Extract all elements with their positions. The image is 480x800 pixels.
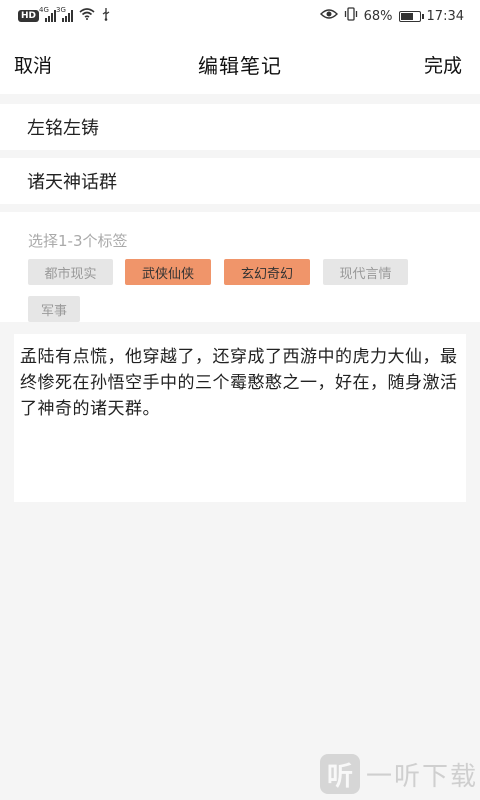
author-field[interactable]: 左铭左铸	[0, 104, 480, 150]
page-title: 编辑笔记	[198, 54, 282, 78]
clock: 17:34	[426, 8, 464, 24]
tag-chip[interactable]: 都市现实	[28, 259, 113, 285]
group-field[interactable]: 诸天神话群	[0, 158, 480, 204]
hd-badge: HD	[18, 10, 40, 22]
tags-panel: 选择1-3个标签 都市现实 武侠仙侠 玄幻奇幻 现代言情 军事	[0, 212, 480, 322]
watermark-logo-icon: 听	[320, 754, 360, 794]
nav-bar: 取消 编辑笔记 完成	[0, 32, 480, 94]
status-right: 68% 17:34	[319, 7, 464, 25]
vibrate-icon	[344, 7, 358, 25]
watermark: 听 一听下载	[320, 754, 478, 794]
wifi-icon	[79, 8, 95, 24]
note-content-textarea[interactable]: 孟陆有点慌，他穿越了，还穿成了西游中的虎力大仙，最终惨死在孙悟空手中的三个霉憨憨…	[14, 334, 466, 502]
tags-hint: 选择1-3个标签	[28, 232, 128, 250]
status-bar: HD 4G 3G 68% 17:34	[0, 0, 480, 32]
tag-chip[interactable]: 军事	[28, 296, 80, 322]
battery-icon	[398, 10, 424, 22]
tag-chip[interactable]: 现代言情	[323, 259, 408, 285]
tag-chip[interactable]: 武侠仙侠	[125, 259, 211, 285]
watermark-text: 一听下载	[366, 761, 479, 792]
signal-3g-icon: 3G	[56, 6, 74, 22]
battery-percent: 68%	[363, 8, 393, 24]
eye-icon	[319, 8, 338, 24]
done-button[interactable]: 完成	[424, 51, 462, 78]
tag-chip[interactable]: 玄幻奇幻	[224, 259, 310, 285]
status-left: HD 4G 3G	[18, 6, 111, 25]
usb-icon	[101, 7, 111, 25]
signal-4g-icon: 4G	[39, 6, 57, 22]
